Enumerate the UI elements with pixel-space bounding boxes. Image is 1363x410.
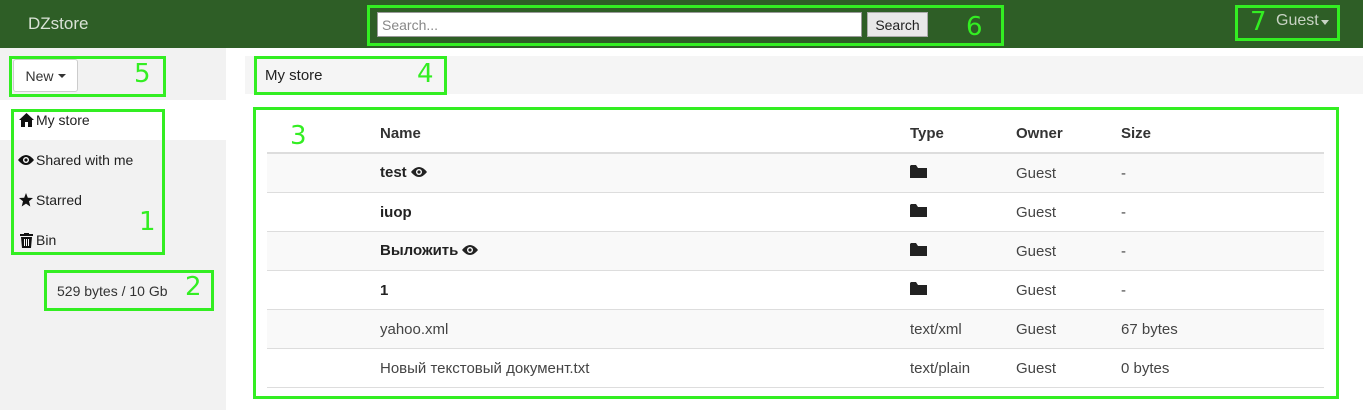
annotation-number-7: 7: [1250, 7, 1267, 37]
annotation-number-5: 5: [134, 59, 151, 89]
annotation-number-4: 4: [417, 59, 434, 89]
annotation-number-3: 3: [290, 121, 307, 151]
annotation-number-6: 6: [966, 12, 983, 42]
brand-logo[interactable]: DZstore: [28, 14, 88, 34]
annotation-box-3: [253, 107, 1339, 399]
annotation-box-6: [367, 5, 1004, 46]
annotation-number-2: 2: [185, 272, 202, 302]
annotation-number-1: 1: [139, 207, 156, 237]
